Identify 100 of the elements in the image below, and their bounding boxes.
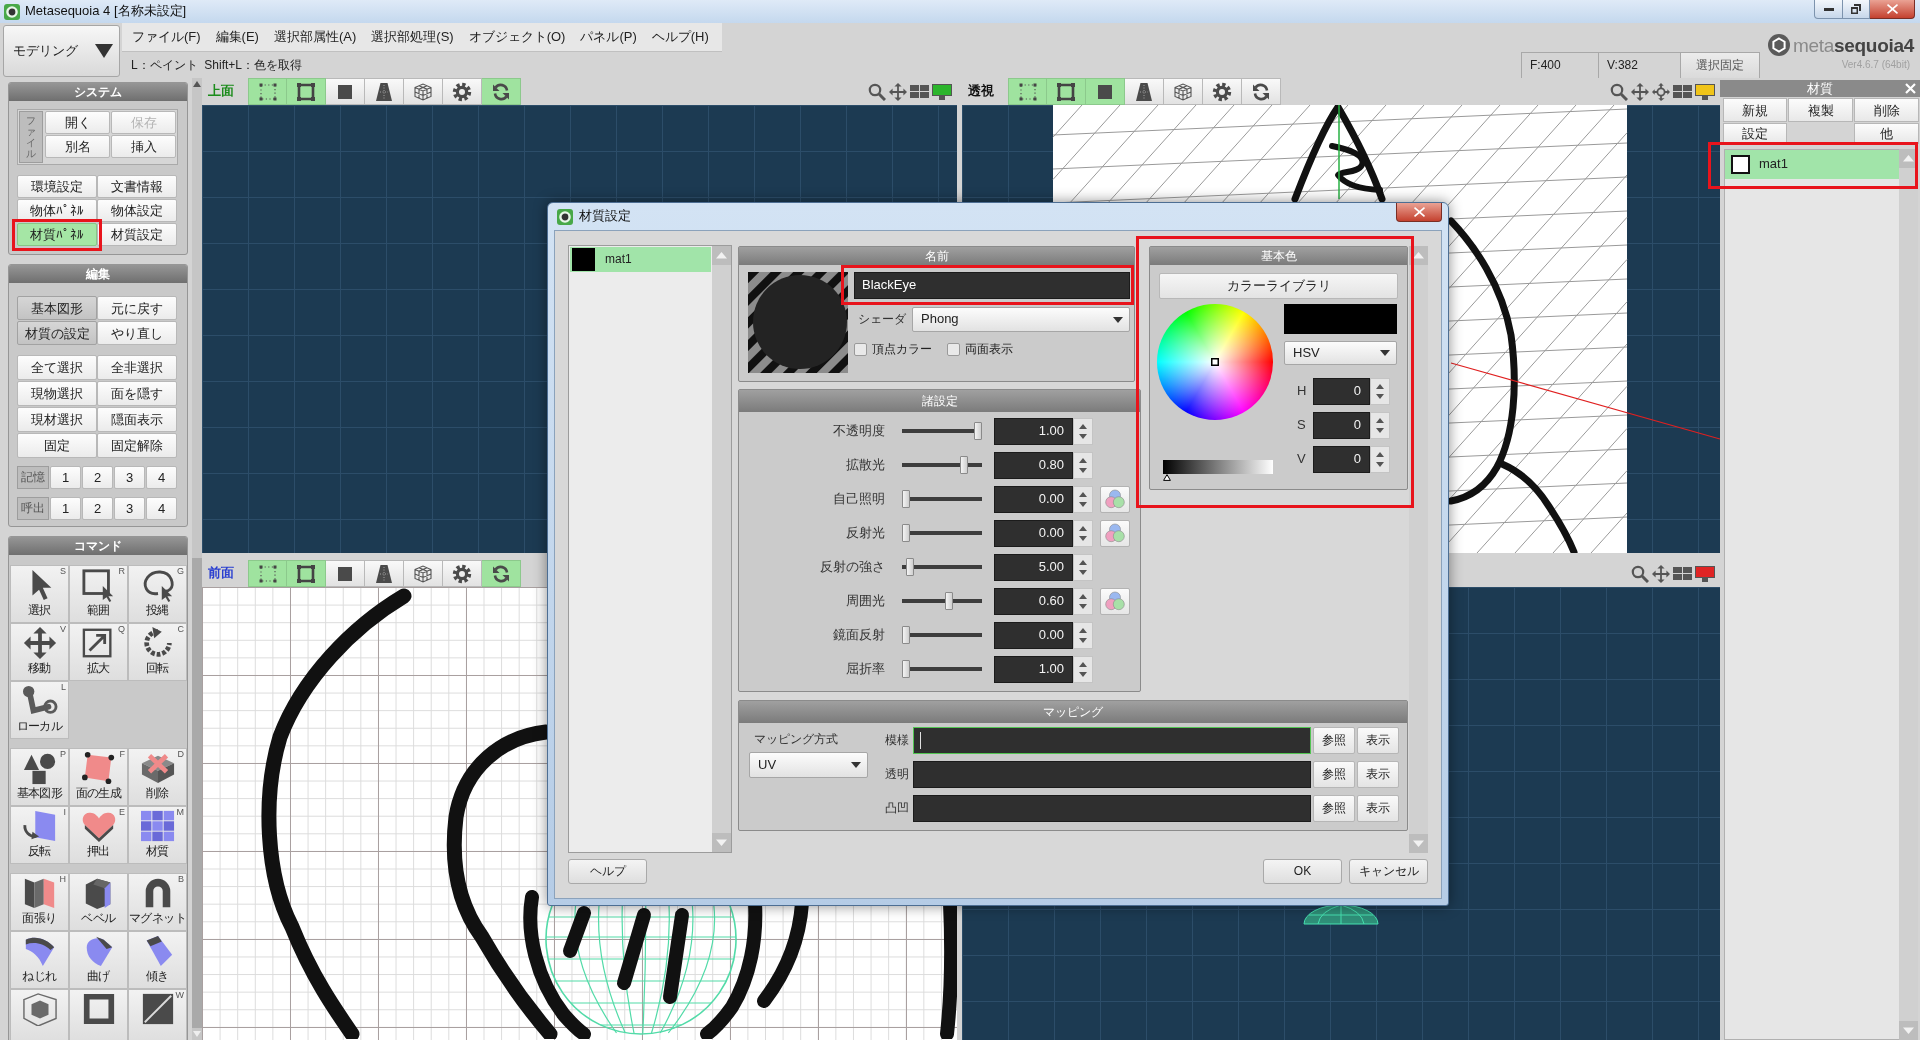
select-button[interactable]: 全て選択 [17, 355, 97, 380]
slot-button[interactable]: 4 [146, 466, 177, 489]
material-row[interactable]: mat1 [1725, 150, 1899, 179]
browse-button[interactable]: 参照 [1313, 727, 1355, 754]
monitor-icon[interactable] [1695, 565, 1715, 582]
browse-button[interactable]: 参照 [1313, 761, 1355, 788]
triangle-marker-icon[interactable] [1163, 474, 1171, 481]
slider-thumb[interactable] [902, 490, 910, 508]
spinner-arrows-icon[interactable] [1073, 451, 1093, 479]
view-toggle-button[interactable] [248, 78, 287, 105]
slot-button[interactable]: 2 [82, 466, 113, 489]
texture-path-field[interactable] [913, 761, 1311, 788]
value-field[interactable]: 5.00 [994, 553, 1073, 581]
panel-button[interactable]: 削除 [1854, 98, 1919, 122]
slider-thumb[interactable] [902, 626, 910, 644]
color-button[interactable] [1100, 485, 1130, 513]
cancel-button[interactable]: キャンセル [1349, 859, 1428, 884]
zoom-icon[interactable] [868, 82, 886, 101]
tool-button[interactable]: 基本図形 [17, 296, 97, 320]
color-model-dropdown[interactable]: HSV [1284, 341, 1397, 365]
command-button[interactable]: ねじれ [10, 931, 69, 989]
select-button[interactable]: 現材選択 [17, 407, 97, 432]
command-button[interactable]: R 範囲 [69, 565, 128, 623]
view-toggle-button[interactable] [326, 78, 365, 105]
quad-view-icon[interactable] [1673, 84, 1692, 99]
scrollbar-thumb[interactable] [192, 558, 202, 1028]
close-button[interactable] [1396, 203, 1442, 222]
slider-thumb[interactable] [959, 456, 968, 474]
monitor-icon[interactable] [932, 83, 952, 100]
slider-thumb[interactable] [905, 558, 914, 576]
menu-item[interactable]: ファイル(F) [125, 27, 208, 47]
panel-button[interactable]: 文書情報 [97, 175, 177, 198]
view-toggle-button[interactable] [365, 78, 404, 105]
shader-dropdown[interactable]: Phong [912, 307, 1130, 332]
spinner-arrows-icon[interactable] [1073, 519, 1093, 547]
move-icon[interactable] [889, 82, 907, 101]
command-button[interactable] [69, 989, 128, 1040]
slot-button[interactable]: 4 [146, 497, 177, 520]
view-toggle-button[interactable] [404, 560, 443, 587]
square-marker-icon[interactable] [1211, 358, 1219, 366]
quad-view-icon[interactable] [1673, 566, 1692, 581]
view-toggle-button[interactable] [482, 560, 521, 587]
name-field[interactable]: BlackEye [854, 272, 1130, 299]
select-button[interactable]: 全非選択 [97, 355, 177, 380]
mode-dropdown[interactable]: モデリング [3, 25, 120, 77]
select-button[interactable]: 固定 [17, 433, 97, 458]
spinner-arrows-icon[interactable] [1073, 417, 1093, 445]
view-toggle-button[interactable] [482, 78, 521, 105]
view-toggle-button[interactable] [1242, 78, 1281, 105]
slider-thumb[interactable] [974, 422, 982, 440]
view-toggle-button[interactable] [1008, 78, 1047, 105]
command-button[interactable]: L ローカル [10, 681, 69, 739]
close-button[interactable] [1870, 0, 1915, 19]
restore-button[interactable] [1843, 0, 1870, 19]
view-toggle-button[interactable] [1086, 78, 1125, 105]
channel-field[interactable]: 0 [1313, 377, 1370, 405]
value-field[interactable]: 1.00 [994, 417, 1073, 445]
spinner-arrows-icon[interactable] [1370, 411, 1390, 439]
view-toggle-button[interactable] [326, 560, 365, 587]
tool-button[interactable]: 材質の設定 [17, 321, 97, 345]
browse-button[interactable]: 参照 [1313, 795, 1355, 822]
value-slider[interactable] [1163, 460, 1273, 481]
command-button[interactable]: M 材質 [128, 806, 187, 864]
value-field[interactable]: 0.00 [994, 485, 1073, 513]
slot-button[interactable]: 3 [114, 466, 145, 489]
file-button[interactable]: 挿入 [111, 135, 176, 158]
quad-view-icon[interactable] [910, 84, 929, 99]
command-button[interactable]: H 面張り [10, 873, 69, 931]
color-button[interactable] [1100, 587, 1130, 615]
command-button[interactable]: G 投縄 [128, 565, 187, 623]
panel-button[interactable]: 材質設定 [97, 223, 177, 246]
color-library-button[interactable]: カラーライブラリ [1159, 273, 1398, 299]
command-button[interactable]: Q 拡大 [69, 623, 128, 681]
view-toggle-button[interactable] [1125, 78, 1164, 105]
file-button[interactable]: 別名 [45, 135, 110, 158]
value-field[interactable]: 0.60 [994, 587, 1073, 615]
texture-path-field[interactable] [913, 795, 1311, 822]
material-row[interactable]: mat1 [570, 247, 711, 272]
menu-item[interactable]: 選択部属性(A) [266, 27, 364, 47]
slot-button[interactable]: 1 [50, 497, 81, 520]
close-icon[interactable] [1904, 83, 1916, 94]
command-button[interactable]: ベベル [69, 873, 128, 931]
spinner-arrows-icon[interactable] [1073, 485, 1093, 513]
checkbox[interactable] [947, 343, 960, 356]
rotate-view-icon[interactable] [1652, 82, 1670, 101]
checkbox[interactable] [854, 343, 867, 356]
slot-button[interactable]: 1 [50, 466, 81, 489]
slider-thumb[interactable] [902, 660, 910, 678]
command-button[interactable]: 傾き [128, 931, 187, 989]
move-icon[interactable] [1652, 564, 1670, 583]
spinner-arrows-icon[interactable] [1073, 553, 1093, 581]
show-button[interactable]: 表示 [1357, 727, 1399, 754]
tool-button[interactable]: やり直し [97, 321, 177, 345]
panel-button[interactable]: 設定 [1723, 123, 1787, 144]
value-field[interactable]: 0.00 [994, 519, 1073, 547]
command-button[interactable]: F 面の生成 [69, 748, 128, 806]
spinner-arrows-icon[interactable] [1073, 587, 1093, 615]
view-toggle-button[interactable] [287, 78, 326, 105]
minimize-button[interactable] [1814, 0, 1843, 19]
channel-field[interactable]: 0 [1313, 411, 1370, 439]
